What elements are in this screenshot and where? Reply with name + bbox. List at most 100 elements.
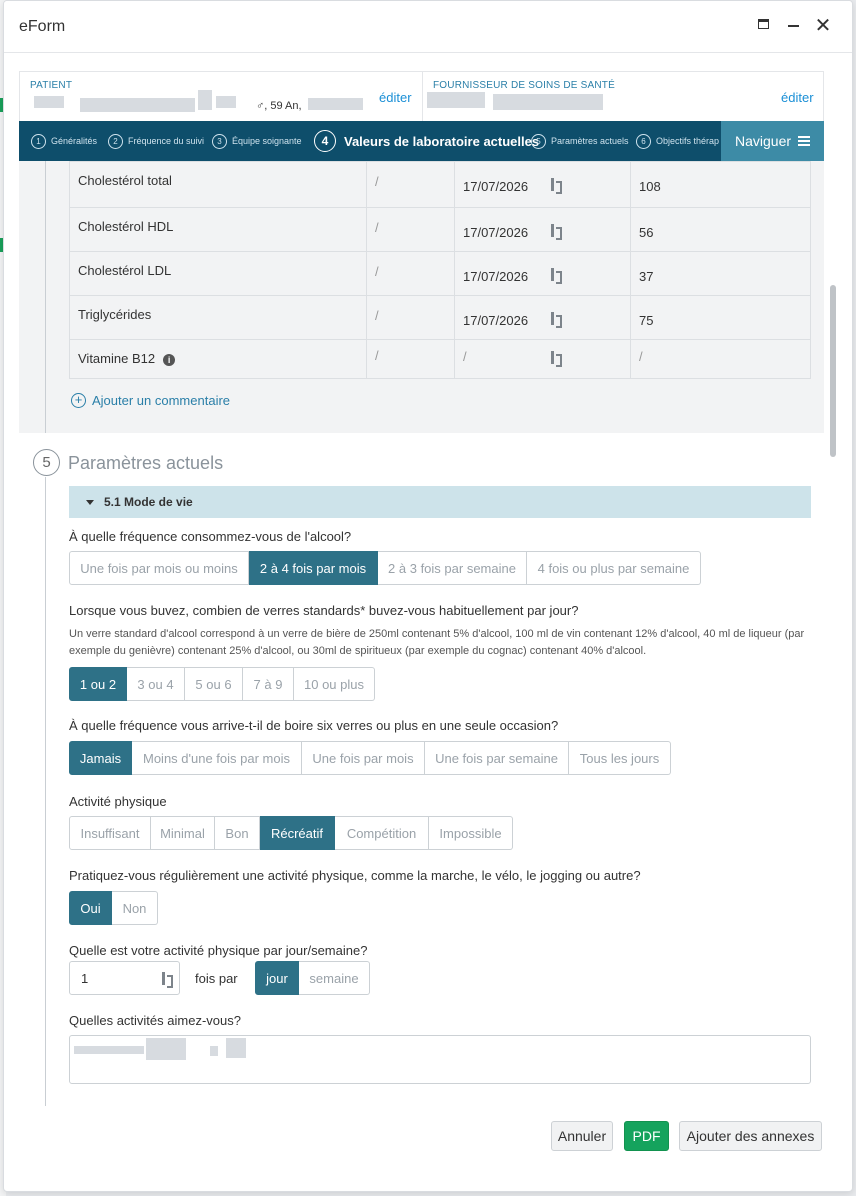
patient-panel: PATIENT ♂, 59 An, éditer (20, 72, 423, 122)
plus-circle-icon: + (71, 393, 86, 408)
activity-count-input[interactable]: 1 (69, 961, 180, 995)
date-picker[interactable] (542, 251, 631, 296)
date-picker[interactable] (542, 339, 631, 379)
navigate-button[interactable]: Naviguer (721, 121, 824, 161)
lab-date[interactable]: 17/07/2026 (454, 161, 543, 208)
question-preferred-activities: Quelles activités aimez-vous? (69, 1013, 241, 1028)
drinks-per-day-options: 1 ou 2 3 ou 4 5 ou 6 7 à 9 10 ou plus (69, 667, 375, 701)
patient-info: ♂, 59 An, (256, 100, 302, 112)
option[interactable]: Insuffisant (69, 816, 151, 850)
nav-step-4[interactable]: 4 Valeurs de laboratoire actuelles (314, 121, 539, 161)
nav-step-5[interactable]: 5 Paramètres actuels (531, 121, 629, 161)
section-navigator: 1 Généralités 2 Fréquence du suivi 3 Équ… (19, 121, 824, 161)
lab-name: Triglycérides (69, 295, 367, 340)
lab-value[interactable]: / (630, 339, 811, 379)
option[interactable]: 5 ou 6 (185, 667, 243, 701)
form-content[interactable]: Cholestérol total / 17/07/2026 108 Chole… (19, 161, 824, 1106)
maximize-button[interactable] (752, 15, 774, 37)
option[interactable]: semaine (299, 961, 370, 995)
nav-step-number: 5 (531, 133, 546, 149)
option[interactable]: Une fois par mois ou moins (69, 551, 249, 585)
question-activity-frequency: Quelle est votre activité physique par j… (69, 943, 368, 958)
minimize-button[interactable] (782, 15, 804, 37)
redacted-name (34, 96, 64, 108)
date-picker[interactable] (542, 207, 631, 252)
option-selected[interactable]: 1 ou 2 (69, 667, 127, 701)
option-selected[interactable]: Jamais (69, 741, 132, 775)
option-selected[interactable]: 2 à 4 fois par mois (249, 551, 378, 585)
option[interactable]: Minimal (151, 816, 215, 850)
scrollbar-thumb[interactable] (830, 285, 836, 457)
nav-step-3[interactable]: 3 Équipe soignante (212, 121, 302, 161)
table-row: Triglycérides / 17/07/2026 75 (69, 295, 811, 340)
subsection-header[interactable]: 5.1 Mode de vie (69, 486, 811, 518)
nav-step-1[interactable]: 1 Généralités (31, 121, 97, 161)
option-selected[interactable]: Oui (69, 891, 112, 925)
option[interactable]: 10 ou plus (294, 667, 375, 701)
scrollbar[interactable] (830, 161, 836, 1106)
lab-date[interactable]: 17/07/2026 (454, 207, 543, 252)
menu-icon (798, 136, 811, 146)
add-comment-link[interactable]: + Ajouter un commentaire (71, 393, 230, 408)
question-physical-activity: Activité physique (69, 794, 167, 809)
subsection-title: 5.1 Mode de vie (104, 495, 193, 509)
option[interactable]: 7 à 9 (243, 667, 294, 701)
nav-step-label: Valeurs de laboratoire actuelles (344, 133, 540, 149)
add-comment-label: Ajouter un commentaire (92, 393, 231, 408)
redacted-info (308, 98, 363, 110)
option[interactable]: 4 fois ou plus par semaine (527, 551, 701, 585)
lab-unit: / (366, 295, 455, 340)
table-row: Cholestérol LDL / 17/07/2026 37 (69, 251, 811, 296)
add-attachments-button[interactable]: Ajouter des annexes (679, 1121, 822, 1151)
lab-value[interactable]: 56 (630, 207, 811, 252)
nav-step-6[interactable]: 6 Objectifs thérap (636, 121, 719, 161)
option[interactable]: Compétition (335, 816, 429, 850)
pdf-button[interactable]: PDF (624, 1121, 669, 1151)
close-button[interactable]: ✕ (812, 15, 834, 37)
section-timeline (45, 161, 46, 433)
date-picker[interactable] (542, 295, 631, 340)
lab-date[interactable]: / (454, 339, 543, 379)
option[interactable]: Une fois par semaine (425, 741, 569, 775)
option[interactable]: 2 à 3 fois par semaine (378, 551, 527, 585)
option[interactable]: Moins d'une fois par mois (132, 741, 302, 775)
redacted-text (74, 1046, 144, 1054)
lab-name: Cholestérol LDL (69, 251, 367, 296)
redacted-name (216, 96, 236, 108)
option-selected[interactable]: jour (255, 961, 299, 995)
option-selected[interactable]: Récréatif (260, 816, 335, 850)
nav-step-label: Objectifs thérap (656, 136, 720, 146)
lab-value[interactable]: 75 (630, 295, 811, 340)
date-picker[interactable] (542, 161, 631, 208)
activity-period-options: jour semaine (255, 961, 370, 995)
question-alcohol-frequency: À quelle fréquence consommez-vous de l'a… (69, 529, 352, 544)
lab-name: Cholestérol total (69, 161, 367, 208)
option[interactable]: Bon (215, 816, 260, 850)
info-icon[interactable]: i (163, 353, 176, 366)
nav-step-number: 6 (636, 133, 651, 149)
edit-provider-link[interactable]: éditer (781, 90, 814, 105)
cancel-button[interactable]: Annuler (551, 1121, 613, 1151)
table-row: Cholestérol total / 17/07/2026 108 (69, 161, 811, 208)
edit-patient-link[interactable]: éditer (379, 90, 412, 105)
caret-down-icon (86, 499, 94, 505)
section-title: Paramètres actuels (68, 453, 224, 473)
lab-date[interactable]: 17/07/2026 (454, 295, 543, 340)
preferred-activities-textarea[interactable] (69, 1035, 811, 1084)
redacted-name (80, 98, 195, 112)
nav-step-2[interactable]: 2 Fréquence du suivi (108, 121, 204, 161)
option[interactable]: 3 ou 4 (127, 667, 185, 701)
nav-step-label: Paramètres actuels (551, 136, 629, 146)
redacted-provider (493, 94, 603, 110)
lab-value[interactable]: 108 (630, 161, 811, 208)
calendar-icon (550, 178, 562, 194)
option[interactable]: Non (112, 891, 158, 925)
option[interactable]: Une fois par mois (302, 741, 425, 775)
stepper-icon[interactable] (162, 972, 173, 988)
calendar-icon (550, 351, 562, 367)
option[interactable]: Impossible (429, 816, 513, 850)
lab-date[interactable]: 17/07/2026 (454, 251, 543, 296)
option[interactable]: Tous les jours (569, 741, 671, 775)
nav-step-label: Fréquence du suivi (128, 136, 205, 146)
lab-value[interactable]: 37 (630, 251, 811, 296)
